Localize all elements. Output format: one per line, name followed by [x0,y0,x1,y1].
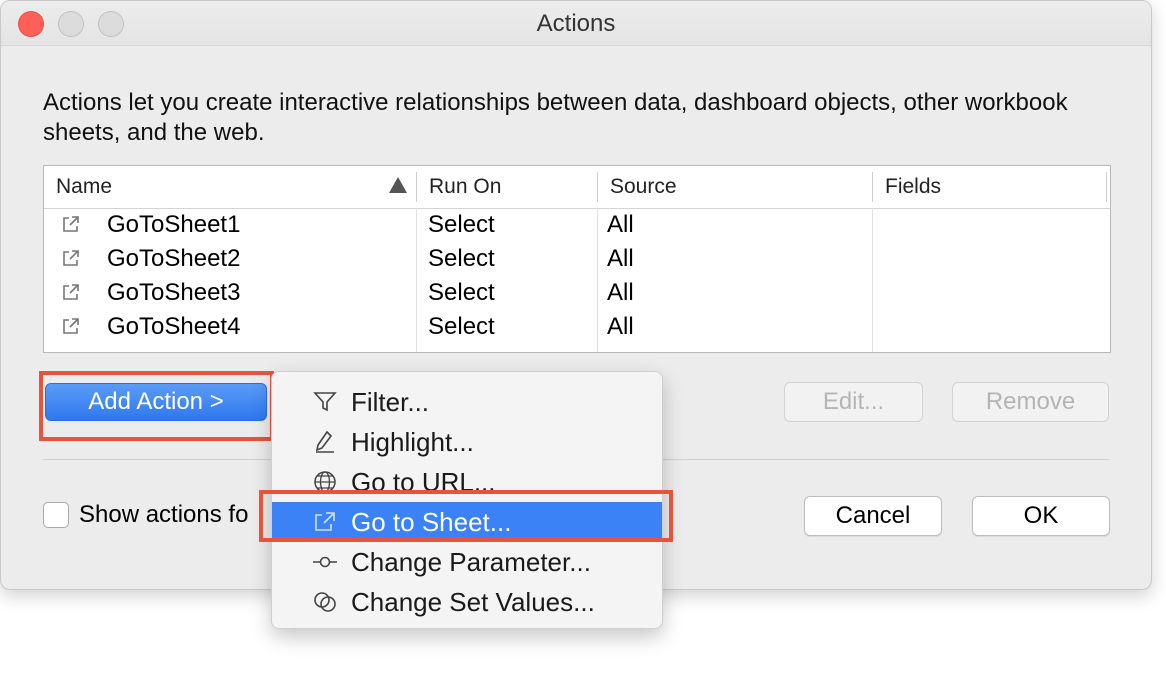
menu-item-filter[interactable]: Filter... [272,382,662,422]
table-row[interactable]: GoToSheet4 Select All [44,310,1110,344]
set-values-icon [314,592,336,612]
action-source: All [607,279,634,306]
action-name: GoToSheet2 [107,245,241,272]
column-divider[interactable] [1106,172,1107,202]
remove-button[interactable]: Remove [952,382,1109,422]
annotation-highlight [259,490,673,542]
menu-item-change-parameter[interactable]: Change Parameter... [272,542,662,582]
action-run-on: Select [428,211,495,238]
ok-button[interactable]: OK [972,496,1110,536]
go-to-sheet-icon [63,318,79,334]
highlight-pen-icon [315,430,334,453]
table-row[interactable]: GoToSheet3 Select All [44,276,1110,310]
menu-item-label: Change Set Values... [351,587,595,617]
column-header-source[interactable]: Source [598,166,872,208]
menu-item-label: Change Parameter... [351,547,591,577]
actions-table: Name Run On Source Fields GoToSheet1 Sel… [43,165,1111,353]
parameter-icon [313,556,337,568]
action-name: GoToSheet3 [107,279,241,306]
action-run-on: Select [428,279,495,306]
action-source: All [607,313,634,340]
action-run-on: Select [428,245,495,272]
action-name: GoToSheet4 [107,313,241,340]
go-to-sheet-icon [63,216,79,232]
table-header: Name Run On Source Fields [44,166,1110,209]
title-bar: Actions [1,1,1151,46]
action-source: All [607,245,634,272]
edit-button[interactable]: Edit... [784,382,923,422]
menu-item-highlight[interactable]: Highlight... [272,422,662,462]
window-title: Actions [536,10,616,37]
show-actions-checkbox[interactable] [43,502,69,528]
menu-item-label: Highlight... [351,427,474,457]
column-header-fields[interactable]: Fields [873,166,1109,208]
menu-item-label: Filter... [351,387,430,417]
show-actions-label[interactable]: Show actions fo [79,501,248,529]
cancel-button[interactable]: Cancel [804,496,942,536]
filter-icon [313,392,337,412]
annotation-highlight [39,371,274,441]
action-source: All [607,211,634,238]
column-header-run-on[interactable]: Run On [417,166,597,208]
go-to-sheet-icon [63,250,79,266]
column-header-name[interactable]: Name [44,166,416,208]
table-row[interactable]: GoToSheet2 Select All [44,242,1110,276]
menu-item-change-set-values[interactable]: Change Set Values... [272,582,662,622]
sort-ascending-icon[interactable] [389,177,407,193]
dialog-description: Actions let you create interactive relat… [43,89,1068,146]
table-row[interactable]: GoToSheet1 Select All [44,208,1110,242]
action-run-on: Select [428,313,495,340]
action-name: GoToSheet1 [107,211,241,238]
go-to-sheet-icon [63,284,79,300]
